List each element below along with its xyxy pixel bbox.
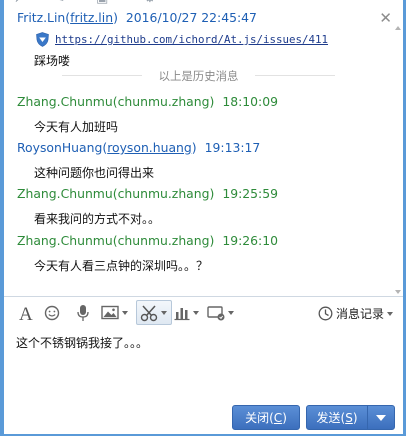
sender-name: RoysonHuang — [17, 140, 103, 155]
message-time: 19:25:59 — [222, 186, 278, 201]
sender-handle: chunmu.zhang — [117, 94, 210, 109]
svg-text:A: A — [19, 304, 33, 322]
link-row: https://github.com/ichord/At.js/issues/4… — [36, 32, 328, 47]
scroll-up-icon[interactable] — [395, 26, 401, 30]
sender-name: Zhang.Chunmu — [17, 94, 113, 109]
chevron-down-icon — [376, 414, 386, 421]
chart-icon — [174, 307, 190, 320]
history-divider-text: 以上是历史消息 — [158, 69, 239, 83]
chevron-down-icon[interactable] — [193, 310, 199, 315]
sender-name: Zhang.Chunmu — [17, 233, 113, 248]
shield-icon — [36, 32, 49, 47]
input-toolbar: A 消息记录 — [4, 297, 403, 327]
sender-handle-link[interactable]: royson.huang — [107, 140, 192, 155]
message-history-button[interactable]: 消息记录 — [318, 305, 393, 322]
chevron-down-icon — [387, 311, 393, 316]
emoji-button[interactable] — [44, 303, 60, 322]
message-time: 2016/10/27 22:45:47 — [125, 10, 257, 25]
chat-scrollbar[interactable] — [395, 26, 401, 294]
message-text: 今天有人看三点钟的深圳吗。。？ — [34, 259, 209, 273]
clock-icon — [318, 306, 333, 321]
message-input[interactable]: 这个不锈钢锅我接了。。。 — [4, 327, 403, 399]
scissors-icon — [140, 304, 158, 321]
voice-button[interactable] — [76, 303, 90, 322]
close-button[interactable]: 关闭(C) — [232, 405, 300, 430]
history-divider: 以上是历史消息 — [62, 69, 335, 83]
image-button[interactable] — [101, 303, 128, 322]
sender-handle-link[interactable]: fritz.lin — [70, 10, 113, 25]
message-text: 这种问题你也问得出来 — [34, 166, 155, 180]
send-options-button[interactable] — [367, 405, 395, 430]
message-time: 18:10:09 — [222, 94, 278, 109]
remote-icon — [207, 305, 225, 320]
message-sender: RoysonHuang(royson.huang) 19:13:17 — [17, 140, 261, 155]
message-sender: Zhang.Chunmu(chunmu.zhang) 19:26:10 — [17, 233, 278, 248]
sender-handle: chunmu.zhang — [117, 233, 210, 248]
chevron-down-icon[interactable] — [161, 310, 167, 315]
sender-name: Zhang.Chunmu — [17, 186, 113, 201]
message-text: 踩场喽 — [34, 54, 71, 68]
message-history-label: 消息记录 — [335, 307, 384, 321]
message-sender: Zhang.Chunmu(chunmu.zhang) 19:25:59 — [17, 186, 278, 201]
chevron-down-icon[interactable] — [122, 310, 128, 315]
message-sender: Fritz.Lin(fritz.lin) 2016/10/27 22:45:47 — [17, 10, 257, 25]
font-icon: A — [19, 304, 33, 322]
emoji-icon — [44, 305, 60, 320]
screenshot-button[interactable] — [140, 303, 167, 322]
message-text: 今天有人加班吗 — [34, 120, 119, 134]
message-sender: Zhang.Chunmu(chunmu.zhang) 18:10:09 — [17, 94, 278, 109]
message-input-text[interactable]: 这个不锈钢锅我接了。。。 — [16, 334, 148, 351]
sender-name: Fritz.Lin — [17, 10, 66, 25]
chat-history[interactable]: Fritz.Lin(fritz.lin) 2016/10/27 22:45:47 … — [4, 0, 389, 296]
message-link[interactable]: https://github.com/ichord/At.js/issues/4… — [55, 33, 328, 46]
microphone-icon — [77, 304, 89, 321]
remote-button[interactable] — [207, 303, 234, 322]
chart-button[interactable] — [174, 303, 199, 322]
sender-handle: chunmu.zhang — [117, 186, 210, 201]
font-button[interactable]: A — [18, 303, 34, 322]
image-icon — [101, 305, 119, 320]
message-time: 19:26:10 — [222, 233, 278, 248]
scroll-down-icon[interactable] — [395, 290, 401, 294]
chevron-down-icon[interactable] — [228, 310, 234, 315]
message-text: 看来我问的方式不对。。 — [34, 212, 161, 226]
send-button[interactable]: 发送(S) — [306, 405, 368, 430]
message-time: 19:13:17 — [204, 140, 261, 155]
